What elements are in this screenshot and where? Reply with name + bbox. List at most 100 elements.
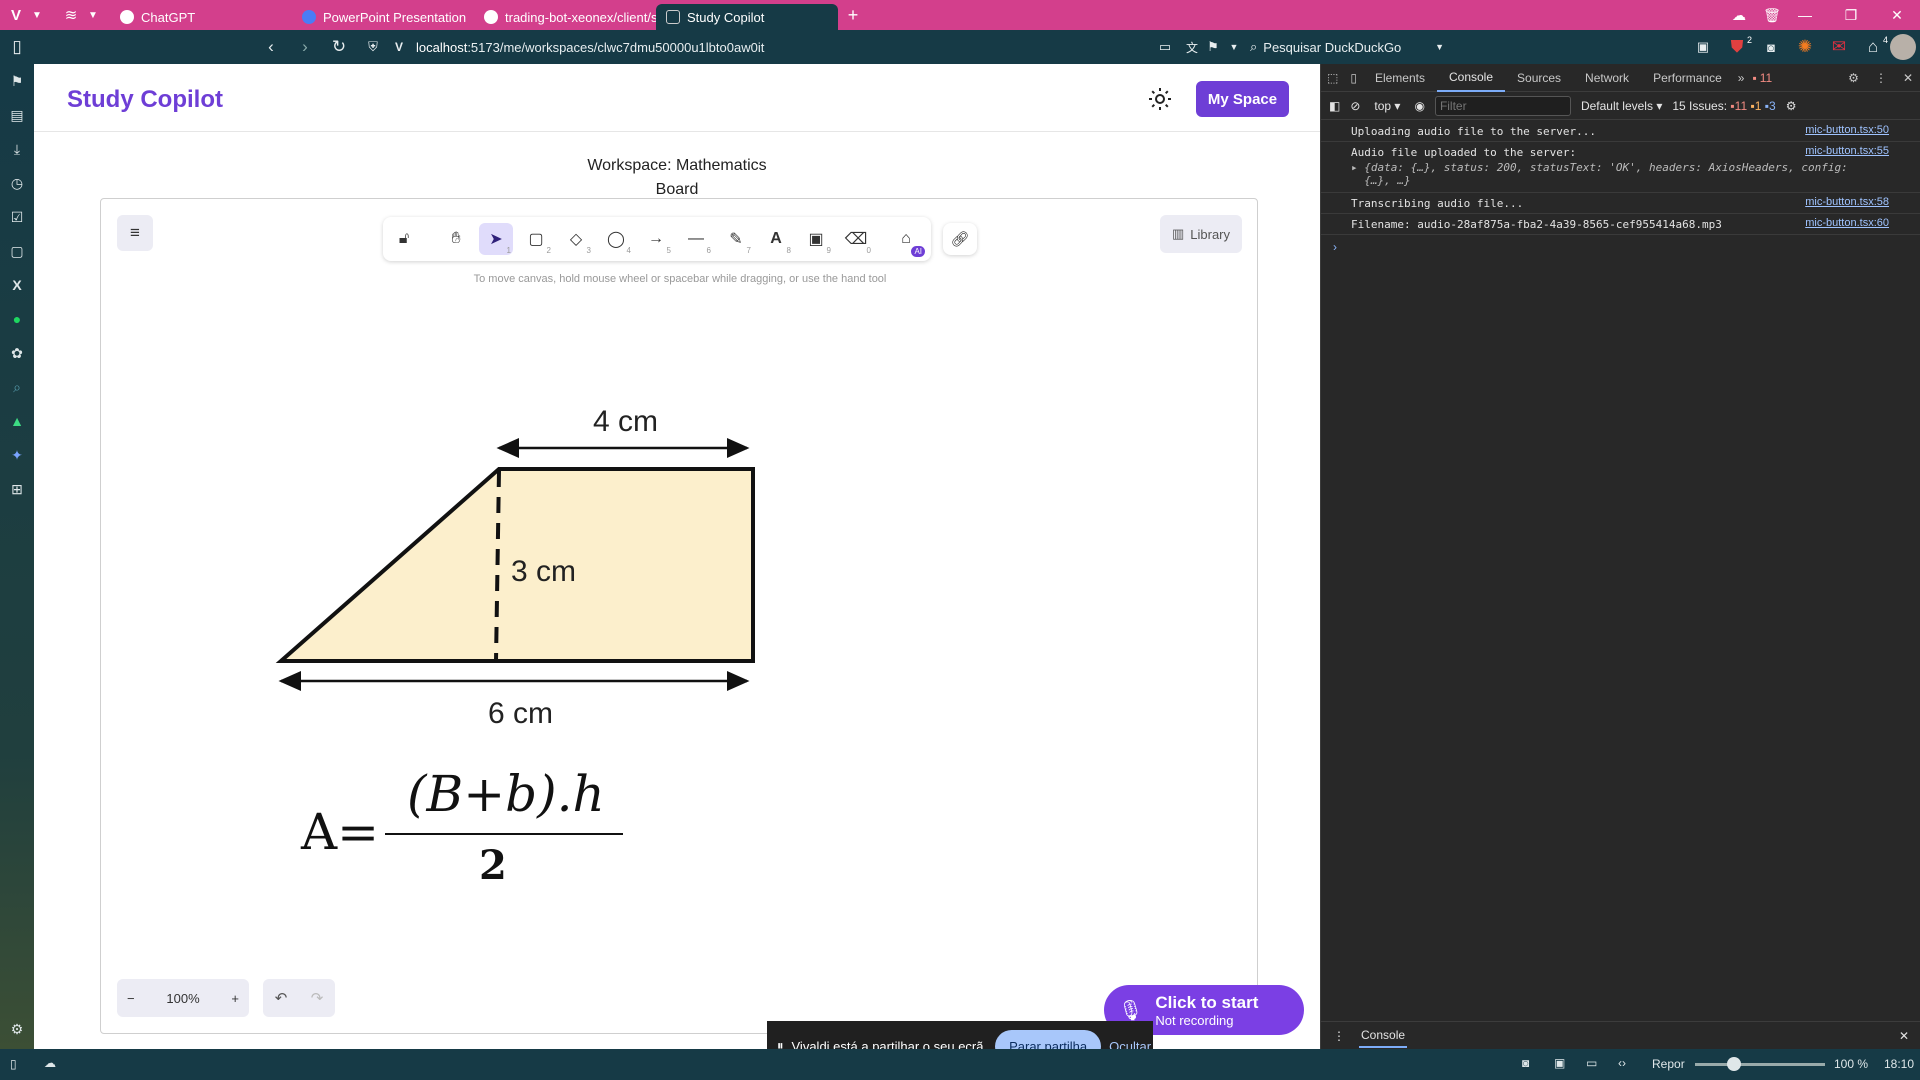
tab-powerpoint[interactable]: PowerPoint Presentation [292, 4, 474, 30]
minimize-button[interactable]: — [1782, 7, 1828, 23]
rectangle-tool-button[interactable]: ▢ 2 [519, 223, 553, 255]
shield-icon[interactable]: ⛨ [356, 39, 390, 55]
log-source-link[interactable]: mic-button.tsx:58 [1805, 196, 1889, 208]
more-tabs-icon[interactable]: » [1734, 64, 1749, 92]
search-icon[interactable]: ⌕ [0, 370, 34, 404]
log-source-link[interactable]: mic-button.tsx:50 [1805, 124, 1889, 136]
reading-list-icon[interactable]: ▤ [0, 98, 34, 132]
close-icon[interactable]: ✕ [1899, 1029, 1909, 1043]
tab-chatgpt[interactable]: ChatGPT [110, 4, 292, 30]
kebab-menu-icon[interactable]: ⋮ [1333, 1029, 1345, 1043]
log-source-link[interactable]: mic-button.tsx:60 [1805, 217, 1889, 229]
notifications-icon[interactable]: ⌂ 4 [1856, 35, 1890, 57]
hamburger-menu-button[interactable]: ≡ [117, 215, 153, 251]
line-tool-button[interactable]: —6 [679, 223, 713, 255]
sidebar-toggle-icon[interactable]: ◧ [1329, 99, 1340, 113]
tab-elements[interactable]: Elements [1363, 64, 1437, 92]
inspect-icon[interactable]: ⬚ [1321, 64, 1344, 92]
chat-icon[interactable]: ▢ [0, 234, 34, 268]
console-filter-input[interactable] [1434, 95, 1571, 116]
zoom-out-button[interactable]: − [127, 991, 135, 1006]
chevron-down-icon[interactable]: ▼ [1435, 42, 1444, 52]
eye-icon[interactable]: ◉ [1414, 99, 1424, 113]
tiling-icon[interactable]: ▭ [1586, 1056, 1597, 1070]
image-toggle-icon[interactable]: ▣ [1554, 1056, 1565, 1070]
ellipse-tool-button[interactable]: ◯ 4 [599, 223, 633, 255]
chevron-down-icon[interactable]: ▼ [88, 10, 110, 21]
sync-cloud-icon[interactable]: ☁ [44, 1056, 56, 1070]
new-tab-button[interactable]: + [838, 5, 868, 26]
kebab-menu-icon[interactable]: ⋮ [1867, 64, 1895, 92]
tasks-icon[interactable]: ☑ [0, 200, 34, 234]
settings-icon[interactable]: ⚙ [0, 1012, 34, 1046]
screenshot-icon[interactable]: ◙ [1522, 1056, 1529, 1070]
tab-study-copilot[interactable]: Study Copilot [656, 4, 838, 30]
restore-button[interactable]: ❐ [1828, 7, 1874, 24]
close-window-button[interactable]: ✕ [1874, 7, 1920, 24]
log-levels-select[interactable]: Default levels ▾ [1581, 99, 1662, 113]
diamond-tool-button[interactable]: ◇ 3 [559, 223, 593, 255]
panel-toggle-icon[interactable]: ▯ [10, 1057, 17, 1071]
close-icon[interactable]: ✕ [1895, 64, 1920, 92]
back-icon[interactable]: ‹ [254, 37, 288, 57]
my-space-button[interactable]: My Space [1196, 81, 1289, 117]
error-counter[interactable]: ▪ 11 [1748, 64, 1776, 92]
cloud-icon[interactable]: ☁ [1716, 7, 1762, 24]
ublock-icon[interactable]: ⛊ 2 [1720, 35, 1754, 57]
eraser-tool-button[interactable]: ⌫ 0 [839, 223, 873, 255]
log-source-link[interactable]: mic-button.tsx:55 [1805, 145, 1889, 157]
link-tool-button[interactable]: 🔗︎ [943, 223, 977, 255]
drawer-tab-console[interactable]: Console [1359, 1024, 1408, 1048]
bookmark-icon[interactable]: ⚑ [1202, 39, 1224, 55]
app-title[interactable]: Study Copilot [67, 86, 223, 114]
search-field[interactable]: ⌕ Pesquisar DuckDuckGo ▼ [1244, 39, 1444, 55]
add-panel-icon[interactable]: ⊞ [0, 472, 34, 506]
text-tool-button[interactable]: A8 [759, 223, 793, 255]
chevron-down-icon[interactable]: ▼ [1224, 42, 1244, 52]
translate-icon[interactable]: 文 [1182, 39, 1202, 56]
tab-github[interactable]: trading-bot-xeonex/client/s [474, 4, 656, 30]
bookmarks-icon[interactable]: ⚑ [0, 64, 34, 98]
vivaldi-menu-icon[interactable]: V [0, 0, 32, 30]
forward-icon[interactable]: › [288, 37, 322, 57]
reload-icon[interactable]: ↻ [322, 37, 356, 57]
console-settings-icon[interactable]: ⚙ [1786, 99, 1797, 113]
android-icon[interactable]: ▲ [0, 404, 34, 438]
chatgpt-icon[interactable]: ✿ [0, 336, 34, 370]
spotify-icon[interactable]: ● [0, 302, 34, 336]
whiteboard-canvas[interactable]: 4 cm 3 cm 6 cm A= (B+b).h 2 ≡ 🔓︎ ✋︎ ➤ 1 ▢… [100, 198, 1258, 1034]
tab-console[interactable]: Console [1436, 64, 1506, 92]
tab-stack-icon[interactable]: ≋ [54, 6, 88, 24]
hand-tool-button[interactable]: ✋︎ [439, 223, 473, 255]
log-object[interactable]: ▸ {data: {…}, status: 200, statusText: '… [1351, 161, 1920, 187]
trash-icon[interactable]: 🗑 [1762, 7, 1782, 24]
image-icon[interactable]: ▣ [1686, 39, 1720, 55]
arrow-tool-button[interactable]: → 5 [639, 223, 673, 255]
redo-icon[interactable]: ↷ [311, 989, 324, 1007]
screenshot-icon[interactable]: ◙ [1754, 40, 1788, 55]
theme-toggle-sun-icon[interactable] [1148, 87, 1172, 111]
issues-counter[interactable]: 15 Issues: ▪11 ▪1 ▪3 [1672, 99, 1775, 113]
console-prompt[interactable]: › [1333, 240, 1337, 254]
camera-icon[interactable]: ▭ [1148, 39, 1182, 55]
zoom-level[interactable]: 100% [166, 991, 199, 1006]
mail-icon[interactable]: ✉ [1822, 37, 1856, 57]
tab-sources[interactable]: Sources [1505, 64, 1573, 92]
zoom-in-button[interactable]: + [231, 991, 239, 1006]
panel-toggle-icon[interactable]: ▯ [0, 37, 34, 57]
url-field[interactable]: localhost:5173/me/workspaces/clwc7dmu500… [408, 40, 1148, 55]
settings-icon[interactable]: ⚙ [1840, 64, 1867, 92]
x-icon[interactable]: X [0, 268, 34, 302]
reset-zoom-button[interactable]: Repor [1652, 1057, 1685, 1071]
ai-tool-button[interactable]: ⌂ AI [889, 223, 925, 257]
extension-icon[interactable]: ✺ [1788, 37, 1822, 57]
chevron-down-icon[interactable]: ▼ [32, 10, 54, 21]
tab-network[interactable]: Network [1573, 64, 1641, 92]
library-button[interactable]: ▥ Library [1160, 215, 1242, 253]
gemini-icon[interactable]: ✦ [0, 438, 34, 472]
avatar[interactable] [1890, 34, 1916, 60]
pencil-tool-button[interactable]: ✎ 7 [719, 223, 753, 255]
zoom-slider-handle[interactable] [1727, 1057, 1741, 1071]
downloads-icon[interactable]: ⤓ [0, 132, 34, 166]
image-tool-button[interactable]: ▣ 9 [799, 223, 833, 255]
